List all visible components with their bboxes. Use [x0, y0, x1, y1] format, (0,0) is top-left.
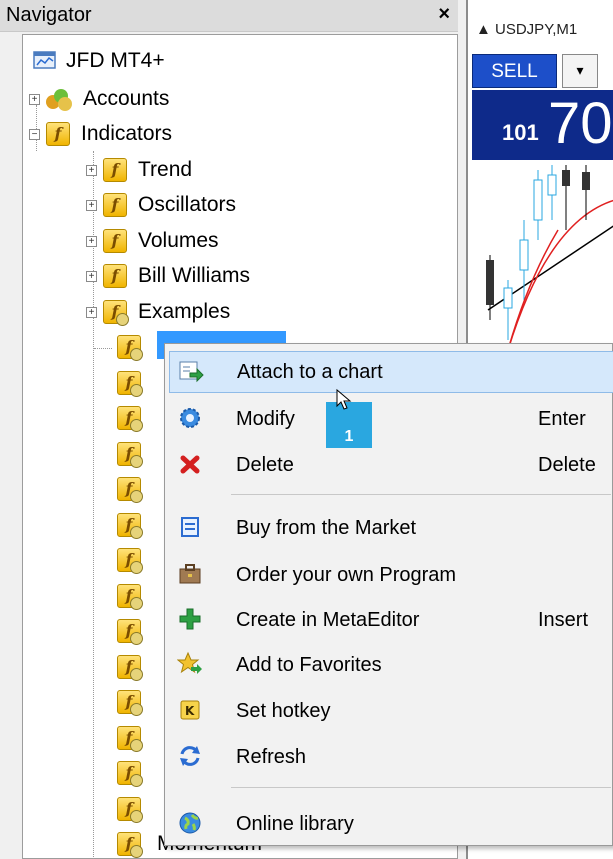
- custom-indicator-icon: f: [117, 655, 143, 681]
- menu-separator: [231, 494, 611, 495]
- menu-separator: [231, 787, 611, 788]
- tree-item-label: Indicators: [81, 122, 173, 145]
- tree-item-label: Trend: [138, 158, 193, 181]
- custom-indicator-icon: f: [117, 548, 143, 574]
- price-box: 101 70: [472, 90, 613, 160]
- menu-item-buy-market[interactable]: Buy from the Market: [169, 507, 613, 549]
- tree-item-label: Examples: [138, 300, 231, 323]
- indicator-folder-icon: f: [103, 229, 127, 253]
- menu-item-label: Refresh: [236, 745, 307, 768]
- custom-indicator-icon: f: [117, 690, 143, 716]
- indicator-folder-icon: f: [103, 158, 127, 182]
- red-x-icon: [177, 451, 205, 479]
- custom-indicator-icon: f: [117, 371, 143, 397]
- tree-line: [94, 348, 112, 349]
- tree-item-examples[interactable]: + f Examples: [86, 295, 230, 329]
- tree-item-accounts[interactable]: + Accounts: [29, 82, 169, 116]
- menu-item-add-favorites[interactable]: Add to Favorites: [169, 644, 613, 686]
- gear-icon: [177, 405, 205, 433]
- hotkey-icon: K: [177, 697, 205, 725]
- chart-symbol-label: USDJPY,M1: [495, 21, 578, 38]
- menu-item-label: Delete: [236, 453, 294, 476]
- menu-item-label: Order your own Program: [236, 563, 457, 586]
- menu-shortcut: Delete: [538, 453, 596, 476]
- custom-indicator-icon: f: [117, 406, 143, 432]
- custom-indicator-icon: f: [103, 300, 129, 326]
- menu-item-label: Create in MetaEditor: [236, 608, 420, 631]
- tree-item-label: Oscillators: [138, 193, 237, 216]
- collapse-icon[interactable]: −: [29, 128, 40, 140]
- svg-text:K: K: [185, 704, 195, 718]
- expand-icon[interactable]: +: [86, 306, 97, 318]
- tree-item-oscillators[interactable]: + f Oscillators: [86, 188, 236, 222]
- price-prefix: 101: [502, 120, 539, 145]
- green-plus-icon: [177, 606, 205, 634]
- custom-indicator-icon: f: [117, 761, 143, 787]
- close-icon[interactable]: ×: [438, 3, 450, 26]
- tree-item-label: Volumes: [138, 229, 219, 252]
- briefcase-icon: [177, 561, 205, 589]
- indicator-folder-icon: f: [103, 264, 127, 288]
- menu-item-label: Online library: [236, 812, 354, 835]
- menu-shortcut: Enter: [538, 407, 586, 430]
- tree-item-indicators[interactable]: − f Indicators: [29, 117, 172, 151]
- indicator-folder-icon: f: [103, 193, 127, 217]
- star-icon: [176, 651, 205, 679]
- custom-indicator-icon: f: [117, 726, 143, 752]
- indicator-folder-icon: f: [46, 122, 70, 146]
- expand-icon[interactable]: +: [86, 199, 97, 211]
- attach-chart-icon: [178, 358, 206, 386]
- custom-indicator-icon: f: [117, 584, 143, 610]
- mouse-pointer-icon: [336, 388, 352, 410]
- tree-root[interactable]: JFD MT4+: [33, 44, 165, 78]
- menu-item-delete[interactable]: Delete Delete: [169, 444, 613, 486]
- menu-item-order-program[interactable]: Order your own Program: [169, 554, 613, 596]
- menu-shortcut: Insert: [538, 608, 589, 631]
- menu-item-create-metaeditor[interactable]: Create in MetaEditor Insert: [169, 599, 613, 641]
- globe-icon: [177, 810, 205, 838]
- menu-item-online-library[interactable]: Online library: [169, 803, 613, 845]
- tree-item-volumes[interactable]: + f Volumes: [86, 224, 219, 258]
- tree-item-trend[interactable]: + f Trend: [86, 153, 192, 187]
- menu-item-modify[interactable]: Modify Enter: [169, 398, 613, 440]
- sell-button[interactable]: SELL: [472, 54, 557, 88]
- context-menu: Attach to a chart Modify Enter Delete De…: [164, 343, 613, 846]
- menu-item-label: Set hotkey: [236, 699, 331, 722]
- tree-item-label: Accounts: [83, 87, 170, 110]
- custom-indicator-icon: f: [117, 619, 143, 645]
- navigator-header: Navigator ×: [0, 0, 458, 32]
- chart-tab[interactable]: ▲ USDJPY,M1: [468, 16, 613, 44]
- custom-indicator-icon: f: [117, 832, 143, 858]
- tree-item-bill-williams[interactable]: + f Bill Williams: [86, 259, 250, 293]
- menu-item-label: Buy from the Market: [236, 516, 417, 539]
- menu-item-label: Attach to a chart: [237, 360, 383, 383]
- tree-root-label: JFD MT4+: [66, 49, 165, 72]
- triangle-up-icon: ▲: [476, 21, 496, 38]
- market-icon: [177, 514, 205, 542]
- expand-icon[interactable]: +: [86, 270, 97, 282]
- navigator-title: Navigator: [6, 4, 92, 26]
- custom-indicator-icon: f: [117, 335, 143, 361]
- expand-icon[interactable]: +: [86, 164, 97, 176]
- accounts-icon: [46, 87, 72, 111]
- custom-indicator-icon: f: [117, 442, 143, 468]
- menu-item-label: Add to Favorites: [236, 653, 382, 676]
- menu-item-label: Modify: [236, 407, 295, 430]
- terminal-icon: [33, 51, 56, 69]
- menu-item-attach-to-chart[interactable]: Attach to a chart: [169, 351, 613, 393]
- expand-icon[interactable]: +: [86, 235, 97, 247]
- price-main: 70: [548, 91, 613, 156]
- refresh-icon: [177, 743, 205, 771]
- custom-indicator-icon: f: [117, 797, 143, 823]
- tree-item-label: Bill Williams: [138, 264, 250, 287]
- custom-indicator-icon: f: [117, 477, 143, 503]
- menu-item-set-hotkey[interactable]: K Set hotkey: [169, 690, 613, 732]
- expand-icon[interactable]: +: [29, 93, 40, 105]
- custom-indicator-icon: f: [117, 513, 143, 539]
- chevron-down-icon[interactable]: ▾: [562, 54, 598, 88]
- menu-item-refresh[interactable]: Refresh: [169, 736, 613, 778]
